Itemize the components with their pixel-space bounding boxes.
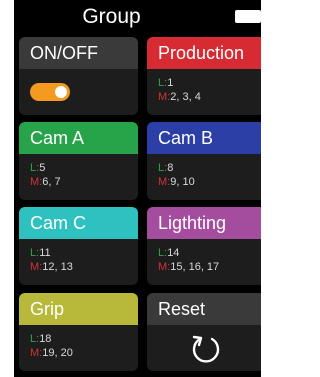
member-line: M:19, 20 [30, 347, 73, 359]
group-title-cam-b: Cam B [147, 122, 261, 154]
light-line: L:14 [158, 247, 180, 259]
member-line: M:6, 7 [30, 176, 61, 188]
group-tile-cam-a[interactable]: Cam A L:5 M:6, 7 [19, 122, 138, 200]
group-tile-lighting[interactable]: Ligthting L:14 M:15, 16, 17 [147, 207, 261, 285]
light-values: 11 [39, 247, 51, 259]
battery-icon [235, 10, 261, 23]
group-title-grip: Grip [19, 293, 138, 325]
reset-icon [192, 335, 220, 363]
group-tile-production[interactable]: Production L:1 M:2, 3, 4 [147, 37, 261, 115]
light-values: 14 [167, 247, 180, 259]
header: Group [14, 0, 261, 34]
member-values: 2, 3, 4 [170, 91, 201, 103]
light-values: 18 [39, 333, 52, 345]
light-values: 1 [167, 77, 174, 89]
light-values: 8 [167, 162, 174, 174]
light-line: L:8 [158, 162, 174, 174]
onoff-title: ON/OFF [19, 37, 138, 69]
member-values: 9, 10 [170, 176, 195, 188]
group-title-production: Production [147, 37, 261, 69]
power-toggle[interactable] [30, 83, 70, 101]
device-screen: Group ON/OFF Production L:1 M:2, 3, 4 Ca… [14, 0, 261, 377]
member-values: 6, 7 [42, 176, 61, 188]
light-line: L:11 [30, 247, 51, 259]
group-title-lighting: Ligthting [147, 207, 261, 239]
light-values: 5 [39, 162, 46, 174]
member-values: 19, 20 [42, 347, 73, 359]
toggle-knob [55, 86, 67, 98]
light-line: L:18 [30, 333, 52, 345]
member-line: M:2, 3, 4 [158, 91, 201, 103]
member-values: 15, 16, 17 [170, 261, 220, 273]
member-line: M:15, 16, 17 [158, 261, 220, 273]
group-tile-cam-c[interactable]: Cam C L:11 M:12, 13 [19, 207, 138, 285]
reset-title: Reset [147, 293, 261, 325]
member-line: M:9, 10 [158, 176, 195, 188]
onoff-tile[interactable]: ON/OFF [19, 37, 138, 115]
group-title-cam-a: Cam A [19, 122, 138, 154]
reset-button[interactable]: Reset [147, 293, 261, 371]
page-title: Group [82, 5, 141, 28]
member-values: 12, 13 [42, 261, 73, 273]
member-line: M:12, 13 [30, 261, 73, 273]
light-line: L:1 [158, 77, 174, 89]
group-tile-grip[interactable]: Grip L:18 M:19, 20 [19, 293, 138, 371]
light-line: L:5 [30, 162, 46, 174]
group-tile-cam-b[interactable]: Cam B L:8 M:9, 10 [147, 122, 261, 200]
group-title-cam-c: Cam C [19, 207, 138, 239]
